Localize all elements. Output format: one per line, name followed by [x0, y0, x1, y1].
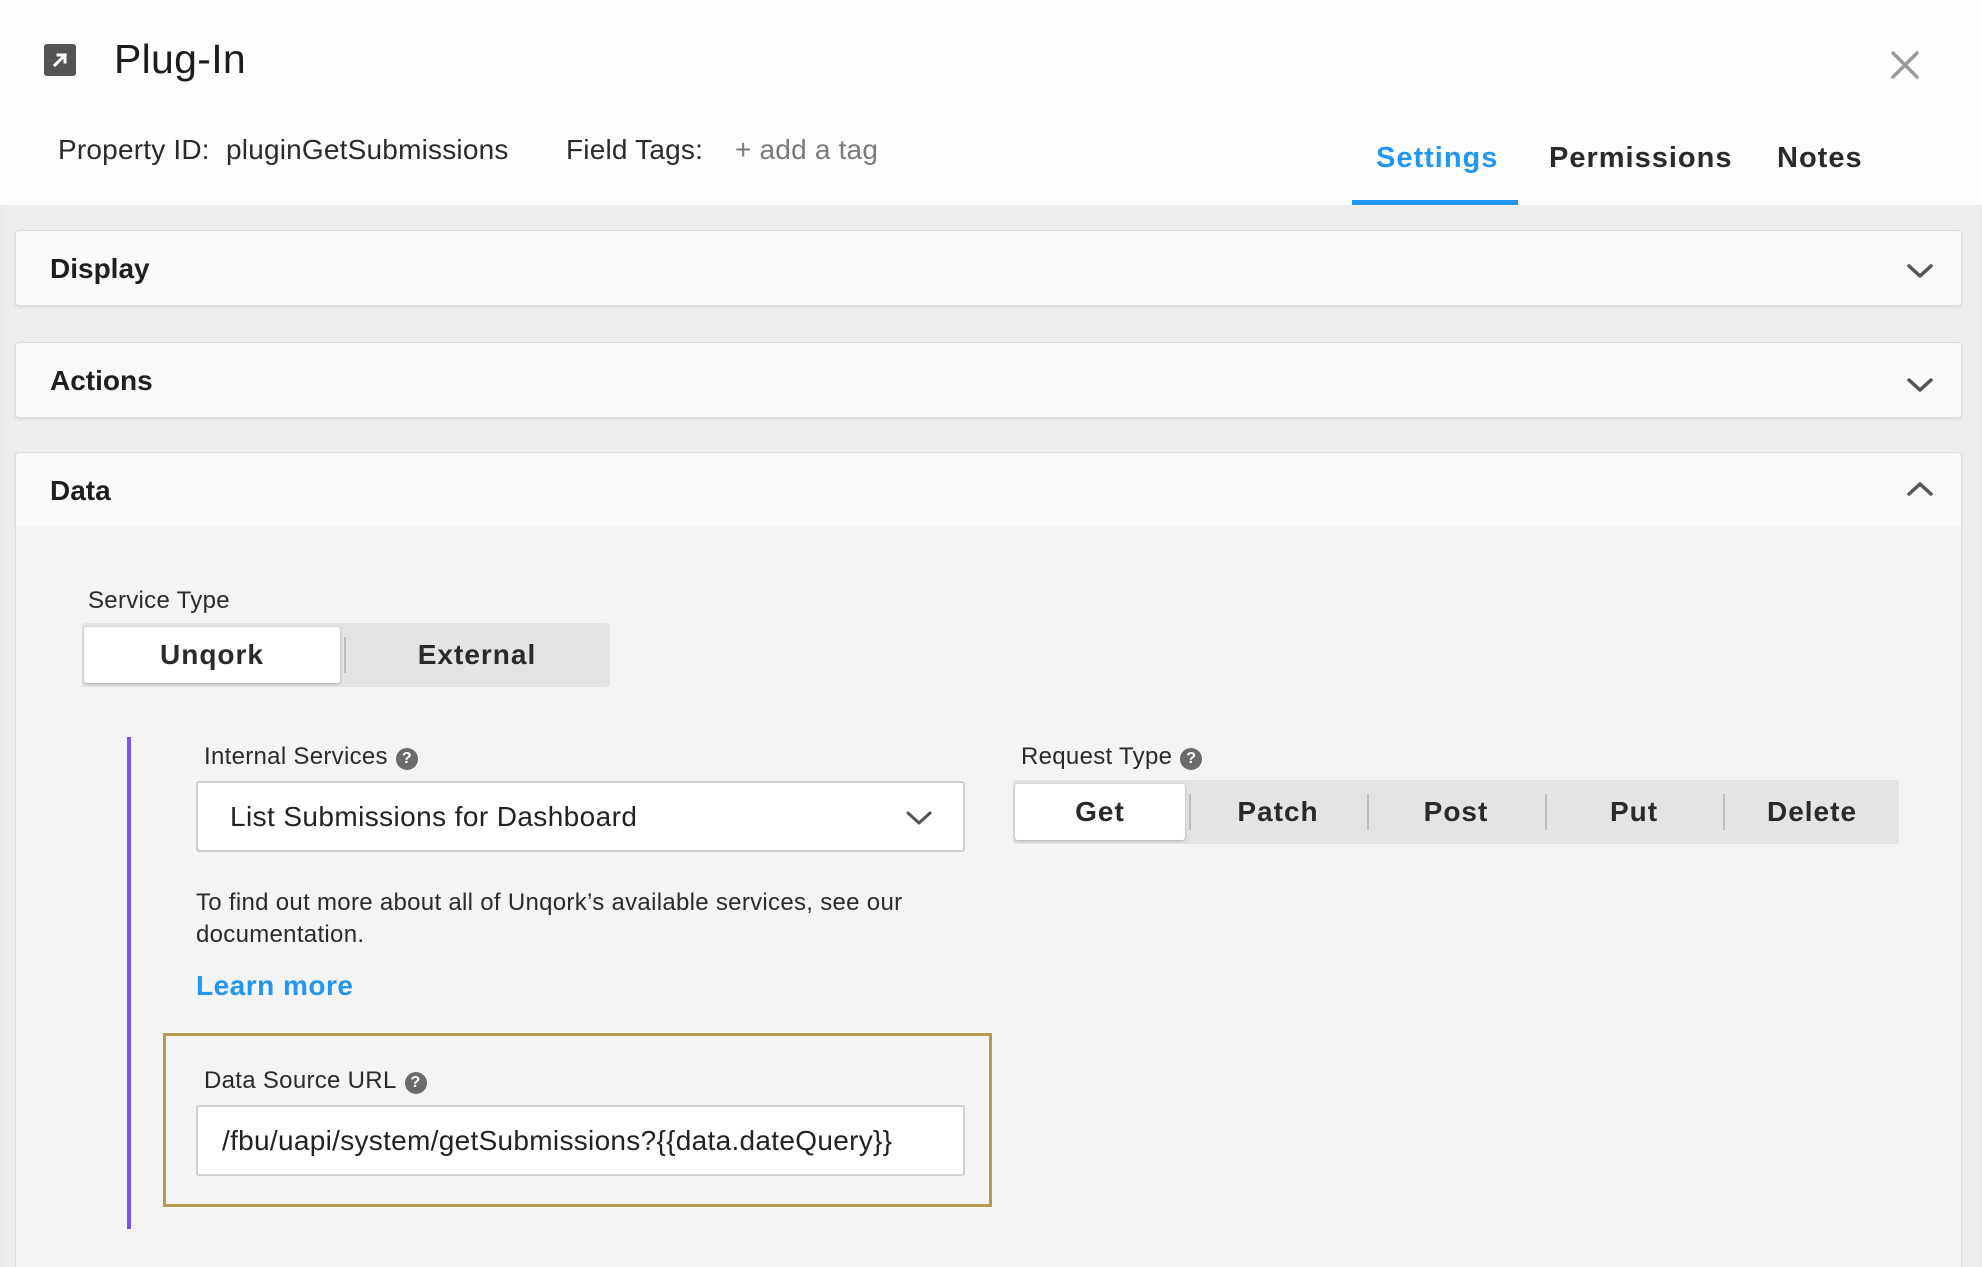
data-source-url-input[interactable] [196, 1105, 965, 1176]
services-help-text: To find out more about all of Unqork’s a… [196, 889, 903, 948]
internal-services-value: List Submissions for Dashboard [230, 801, 638, 832]
chevron-down-icon[interactable] [1904, 375, 1936, 395]
settings-content: Display Actions Data Service Type Unqork… [0, 205, 1982, 1267]
request-type-put-option[interactable]: Put [1549, 784, 1719, 840]
data-panel-header[interactable]: Data [15, 452, 1962, 528]
request-type-get-option[interactable]: Get [1015, 784, 1185, 840]
modal-header: Plug-In Property ID: pluginGetSubmission… [0, 0, 1982, 205]
actions-panel-title: Actions [50, 365, 153, 396]
internal-services-select[interactable]: List Submissions for Dashboard [196, 781, 965, 852]
data-panel-title: Data [50, 475, 111, 506]
display-panel-header[interactable]: Display [15, 230, 1962, 306]
property-id-value: pluginGetSubmissions [226, 134, 509, 165]
actions-panel-header[interactable]: Actions [15, 342, 1962, 418]
request-type-delete-option[interactable]: Delete [1727, 784, 1897, 840]
chevron-down-icon [906, 811, 932, 825]
internal-services-label: Internal Services? [204, 743, 418, 771]
field-tags-label: Field Tags: [566, 134, 704, 165]
tab-notes[interactable]: Notes [1777, 142, 1863, 175]
help-icon[interactable]: ? [1180, 748, 1203, 770]
chevron-down-icon[interactable] [1904, 261, 1936, 281]
close-icon[interactable] [1888, 48, 1922, 82]
learn-more-link[interactable]: Learn more [196, 970, 354, 1002]
service-type-label: Service Type [88, 587, 230, 614]
request-type-post-option[interactable]: Post [1371, 784, 1541, 840]
request-type-label: Request Type? [1021, 743, 1203, 771]
add-tag-link[interactable]: + add a tag [735, 134, 878, 166]
modal-title: Plug-In [114, 36, 247, 82]
section-indicator-bar [127, 737, 131, 1229]
property-id-label: Property ID: [58, 134, 210, 165]
request-type-toggle: Get Patch Post Put Delete [1013, 780, 1899, 844]
service-type-unqork-option[interactable]: Unqork [84, 627, 340, 683]
display-panel-title: Display [50, 253, 150, 284]
help-icon[interactable]: ? [395, 748, 418, 770]
chevron-up-icon[interactable] [1904, 479, 1936, 499]
service-type-toggle: Unqork External [82, 623, 610, 687]
tab-settings[interactable]: Settings [1376, 142, 1498, 175]
request-type-patch-option[interactable]: Patch [1193, 784, 1363, 840]
external-link-icon [44, 44, 76, 76]
help-icon[interactable]: ? [404, 1072, 427, 1094]
data-source-url-label: Data Source URL? [204, 1067, 427, 1095]
service-type-external-option[interactable]: External [348, 627, 606, 683]
tab-permissions[interactable]: Permissions [1549, 142, 1732, 175]
